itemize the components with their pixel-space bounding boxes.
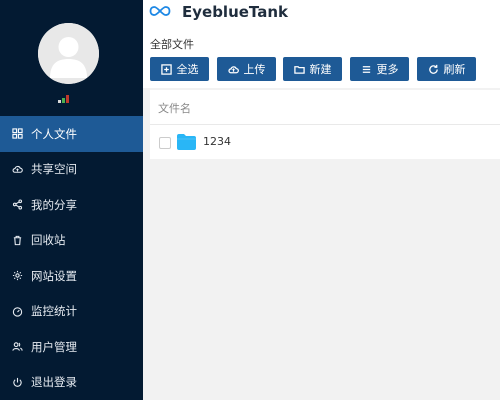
top-bar: EyeblueTank — [143, 0, 500, 24]
select-all-button[interactable]: 全选 — [150, 57, 209, 81]
refresh-button[interactable]: 刷新 — [417, 57, 476, 81]
main-content: 全部文件 全选 上传 新建 更多 刷新 文件名 1234 — [143, 24, 500, 400]
sidebar-item-recycle-bin[interactable]: 回收站 — [0, 223, 143, 259]
cloud-upload-icon — [227, 65, 239, 73]
more-label: 更多 — [376, 63, 399, 76]
sidebar-item-label: 回收站 — [31, 233, 66, 248]
cloud-icon — [11, 163, 23, 175]
sidebar-item-shared-space[interactable]: 共享空间 — [0, 152, 143, 188]
folder-icon — [177, 134, 196, 150]
plus-square-icon — [160, 63, 172, 75]
sidebar-item-label: 个人文件 — [31, 126, 77, 141]
column-header-filename[interactable]: 文件名 — [158, 100, 191, 116]
infinity-logo-icon[interactable] — [149, 4, 171, 18]
refresh-icon — [428, 64, 438, 74]
dashboard-icon — [11, 305, 23, 317]
upload-label: 上传 — [243, 63, 266, 76]
sidebar-item-label: 共享空间 — [31, 162, 77, 177]
select-all-label: 全选 — [176, 63, 199, 76]
gear-icon — [11, 270, 23, 282]
power-icon — [11, 376, 23, 388]
sidebar-item-user-management[interactable]: 用户管理 — [0, 329, 143, 365]
breadcrumb[interactable]: 全部文件 — [150, 36, 194, 52]
trash-icon — [11, 234, 23, 246]
sidebar-nav: 个人文件 共享空间 我的分享 回收站 网站设置 监控统计 用户管理 退出登录 — [0, 116, 143, 400]
sidebar-item-label: 监控统计 — [31, 304, 77, 319]
list-item[interactable]: 1234 — [150, 125, 500, 159]
new-label: 新建 — [309, 63, 332, 76]
sidebar-item-monitoring[interactable]: 监控统计 — [0, 294, 143, 330]
grid-icon — [11, 128, 23, 140]
username-badge — [58, 95, 72, 103]
sidebar-item-label: 用户管理 — [31, 339, 77, 354]
refresh-label: 刷新 — [443, 63, 466, 76]
more-button[interactable]: 更多 — [350, 57, 409, 81]
file-name[interactable]: 1234 — [203, 135, 231, 148]
file-list-header: 文件名 — [150, 90, 500, 124]
sidebar-item-my-shares[interactable]: 我的分享 — [0, 187, 143, 223]
sidebar-item-label: 我的分享 — [31, 197, 77, 212]
avatar[interactable] — [38, 23, 99, 84]
sidebar-item-label: 退出登录 — [31, 375, 77, 390]
folder-icon — [293, 65, 305, 74]
brand-title[interactable]: EyeblueTank — [182, 2, 288, 22]
menu-icon — [362, 65, 370, 73]
share-icon — [11, 199, 23, 211]
sidebar-item-logout[interactable]: 退出登录 — [0, 365, 143, 400]
toolbar-area: 全部文件 全选 上传 新建 更多 刷新 — [143, 24, 500, 88]
upload-button[interactable]: 上传 — [217, 57, 276, 81]
sidebar-item-label: 网站设置 — [31, 268, 77, 283]
sidebar-item-personal-files[interactable]: 个人文件 — [0, 116, 143, 152]
users-icon — [11, 341, 23, 353]
sidebar: 个人文件 共享空间 我的分享 回收站 网站设置 监控统计 用户管理 退出登录 — [0, 0, 143, 400]
new-button[interactable]: 新建 — [283, 57, 342, 81]
sidebar-item-site-settings[interactable]: 网站设置 — [0, 258, 143, 294]
row-checkbox[interactable] — [159, 137, 171, 149]
